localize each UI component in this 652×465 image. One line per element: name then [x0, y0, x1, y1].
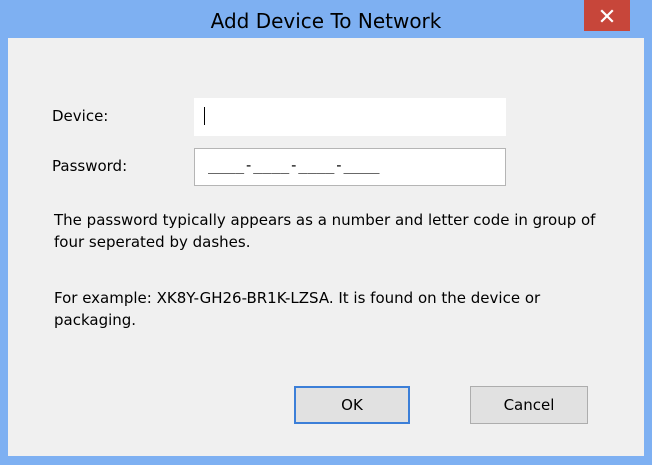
dialog-body: Device: Password: ____-____-____-____ Th… — [8, 38, 644, 456]
help-text-example: For example: XK8Y-GH26-BR1K-LZSA. It is … — [54, 289, 541, 329]
password-input[interactable]: ____-____-____-____ — [194, 148, 506, 186]
cancel-button[interactable]: Cancel — [470, 386, 588, 424]
close-icon — [600, 8, 614, 23]
title-bar[interactable]: Add Device To Network — [0, 0, 652, 38]
ok-button[interactable]: OK — [294, 386, 410, 424]
window-title: Add Device To Network — [210, 9, 442, 33]
close-button[interactable] — [584, 0, 630, 31]
device-input[interactable] — [194, 98, 506, 136]
help-text-format: The password typically appears as a numb… — [54, 211, 596, 251]
text-caret — [204, 107, 205, 125]
device-label: Device: — [52, 107, 109, 125]
dialog-window: Add Device To Network Device: Password: … — [0, 0, 652, 465]
password-label: Password: — [52, 157, 128, 175]
password-mask: ____-____-____-____ — [208, 156, 380, 174]
